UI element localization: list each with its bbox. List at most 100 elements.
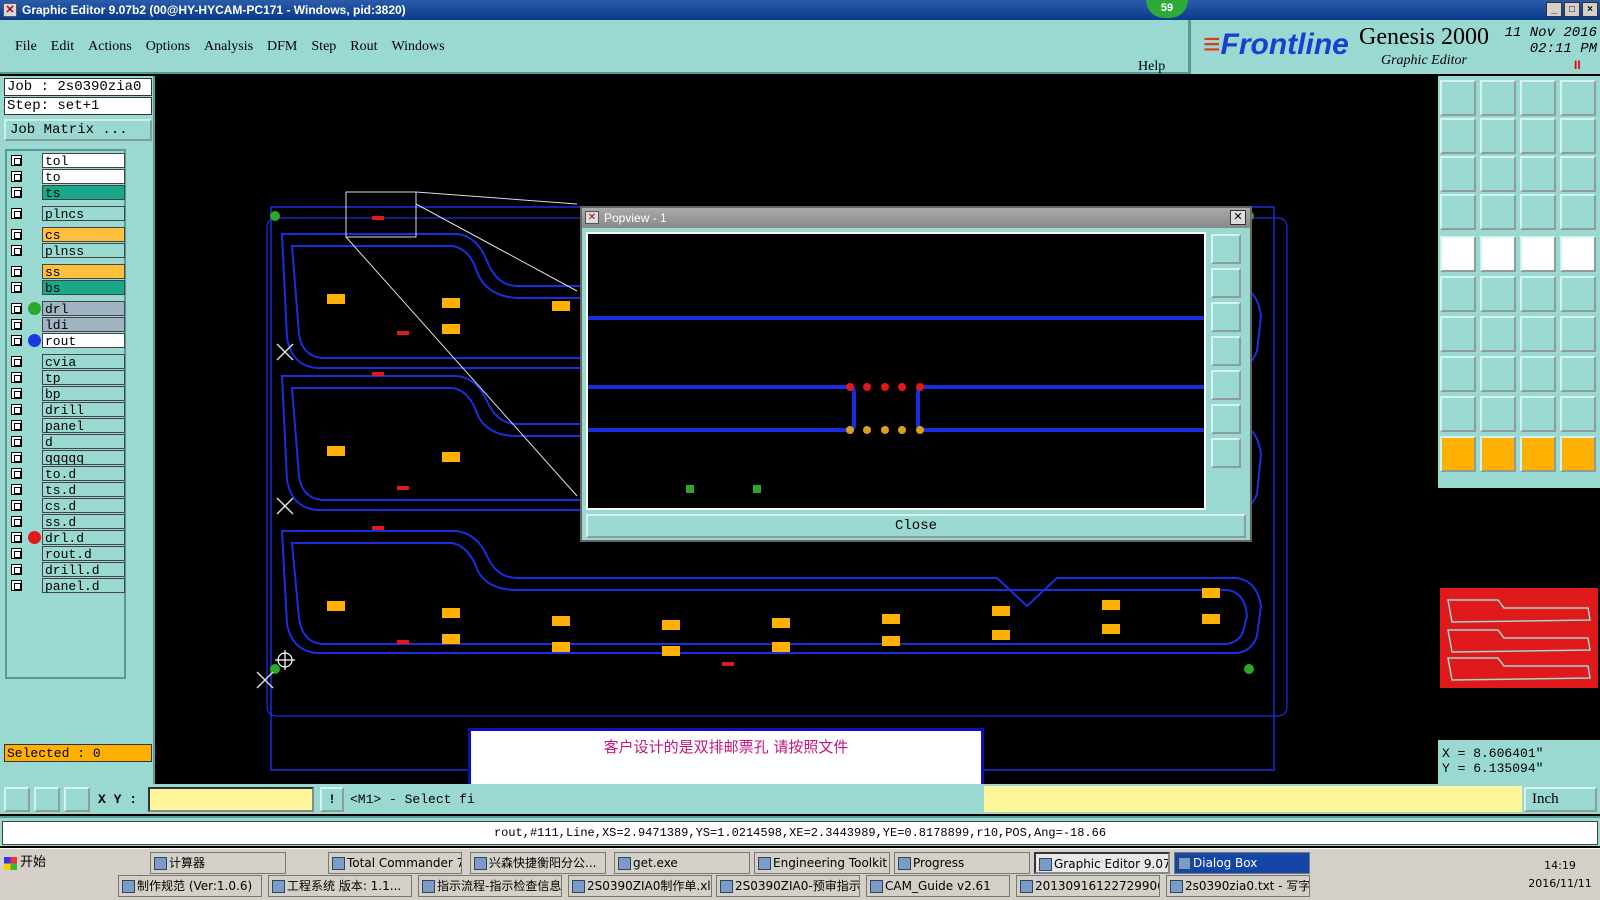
task-get-exe[interactable]: get.exe [614, 852, 750, 874]
popview-close-icon[interactable]: ✕ [1230, 210, 1246, 225]
fit-all-icon[interactable] [1480, 156, 1516, 192]
start-button[interactable]: 开始 [2, 853, 50, 875]
popview-zoom-icon[interactable] [1211, 234, 1241, 264]
xy-input[interactable] [148, 787, 314, 812]
task-instruction-flow[interactable]: 指示流程-指示检查信息 [418, 875, 562, 897]
popview-pan-left-icon[interactable] [1211, 336, 1241, 366]
layer-checkbox[interactable] [11, 452, 22, 463]
draw-line-icon[interactable] [4, 787, 30, 812]
task-file[interactable]: 20130916122729906.r... [1016, 875, 1160, 897]
layer-checkbox[interactable] [11, 187, 22, 198]
undo-view-icon[interactable] [1520, 118, 1556, 154]
layer-name[interactable]: d [42, 434, 125, 450]
layer-name[interactable]: cs [42, 227, 125, 243]
line-add-icon[interactable] [1520, 276, 1556, 312]
menu-help[interactable]: Help [1138, 59, 1165, 75]
fit-vertical-icon[interactable] [1440, 156, 1476, 192]
layer-checkbox[interactable] [11, 388, 22, 399]
task-xls[interactable]: 2S0390ZIA0制作单.xls... [568, 875, 712, 897]
layer-name[interactable]: cs.d [42, 498, 125, 514]
window-title-bar[interactable]: ✕ Graphic Editor 9.07b2 (00@HY-HYCAM-PC1… [0, 0, 1600, 20]
menu-actions[interactable]: Actions [88, 39, 132, 55]
layer-checkbox[interactable] [11, 282, 22, 293]
task-graphic-editor[interactable]: Graphic Editor 9.07... [1034, 852, 1170, 874]
select-net-icon[interactable] [1560, 436, 1596, 472]
layer-checkbox[interactable] [11, 500, 22, 511]
layer-checkbox[interactable] [11, 548, 22, 559]
select-box-icon[interactable] [1480, 436, 1516, 472]
popview-pan-right-icon[interactable] [1211, 370, 1241, 400]
layer-name[interactable]: drl.d [42, 530, 125, 546]
task-dialog-box[interactable]: Dialog Box [1174, 852, 1310, 874]
copy-icon[interactable] [1560, 356, 1596, 392]
pan-left-icon[interactable] [1440, 118, 1476, 154]
layer-checkbox[interactable] [11, 319, 22, 330]
layer-checkbox[interactable] [11, 436, 22, 447]
layer-name[interactable]: to [42, 169, 125, 185]
layer-name[interactable]: drill [42, 402, 125, 418]
layer-name[interactable]: tol [42, 153, 125, 169]
menu-rout[interactable]: Rout [350, 39, 377, 55]
select-area-icon[interactable] [1520, 436, 1556, 472]
snap-grid-icon[interactable] [1560, 194, 1596, 230]
layer-row-bp[interactable]: bp [9, 386, 125, 402]
angle-icon[interactable] [1440, 316, 1476, 352]
layer-name[interactable]: tp [42, 370, 125, 386]
layer-row-bs[interactable]: bs [9, 280, 125, 296]
layer-row-to[interactable]: to [9, 169, 125, 185]
slope-icon[interactable] [1480, 316, 1516, 352]
popview-dialog[interactable]: ✕ Popview - 1 ✕ Close [580, 206, 1252, 542]
menu-options[interactable]: Options [146, 39, 190, 55]
menu-step[interactable]: Step [311, 39, 336, 55]
layer-checkbox[interactable] [11, 245, 22, 256]
layer-checkbox[interactable] [11, 335, 22, 346]
window-icon[interactable] [1560, 80, 1596, 116]
layer-row-tol[interactable]: tol [9, 153, 125, 169]
layer-row-drill[interactable]: drill [9, 402, 125, 418]
layer-row-cs-d[interactable]: cs.d [9, 498, 125, 514]
triangle-b-icon[interactable] [1520, 396, 1556, 432]
layer-name[interactable]: plncs [42, 206, 125, 222]
layer-row-drl-d[interactable]: drl.d [9, 530, 125, 546]
mirror-icon[interactable] [1560, 316, 1596, 352]
layer-checkbox[interactable] [11, 420, 22, 431]
layer-name[interactable]: drill.d [42, 562, 125, 578]
task-wordpad[interactable]: 2s0390zia0.txt - 写字板 [1166, 875, 1310, 897]
triangle-red-icon[interactable] [1440, 396, 1476, 432]
system-clock[interactable]: 14:19 2016/11/11 [1522, 857, 1598, 893]
arc-icon[interactable] [1520, 316, 1556, 352]
ruler-icon[interactable] [1520, 236, 1556, 272]
select-arrow-icon[interactable] [1440, 436, 1476, 472]
task-cam-guide[interactable]: CAM_Guide v2.61 [866, 875, 1010, 897]
layer-checkbox[interactable] [11, 580, 22, 591]
menu-file[interactable]: File [15, 39, 37, 55]
task-engineering-system[interactable]: 工程系统 版本: 1.1... [268, 875, 412, 897]
layer-row-d[interactable]: d [9, 434, 125, 450]
layer-row-cs[interactable]: cs [9, 227, 125, 243]
add-surface-icon[interactable] [1480, 236, 1516, 272]
layer-name[interactable]: cvia [42, 354, 125, 370]
move-icon[interactable] [1440, 356, 1476, 392]
layer-row-drl[interactable]: drl [9, 301, 125, 317]
layer-row-ts-d[interactable]: ts.d [9, 482, 125, 498]
popview-pan-up-icon[interactable] [1211, 268, 1241, 298]
layer-row-ss[interactable]: ss [9, 264, 125, 280]
delete-cross-icon[interactable] [1480, 276, 1516, 312]
popview-title-bar[interactable]: ✕ Popview - 1 ✕ [582, 208, 1250, 228]
layer-name[interactable]: ts.d [42, 482, 125, 498]
popview-zoom-out-icon[interactable] [1211, 438, 1241, 468]
unit-selector[interactable]: Inch [1524, 787, 1597, 812]
layer-row-panel[interactable]: panel [9, 418, 125, 434]
popview-canvas[interactable] [586, 232, 1206, 510]
close-window-button[interactable]: × [1582, 2, 1598, 17]
layer-checkbox[interactable] [11, 516, 22, 527]
layer-name[interactable]: qqqqq [42, 450, 125, 466]
layer-checkbox[interactable] [11, 303, 22, 314]
layer-name[interactable]: ts [42, 185, 125, 201]
triangle-c-icon[interactable] [1560, 396, 1596, 432]
grid-icon[interactable] [64, 787, 90, 812]
layer-checkbox[interactable] [11, 532, 22, 543]
maximize-button[interactable]: □ [1564, 2, 1580, 17]
task-engineering-toolkit[interactable]: Engineering Toolkit 9.... [754, 852, 890, 874]
zoom-home-icon[interactable] [1440, 80, 1476, 116]
